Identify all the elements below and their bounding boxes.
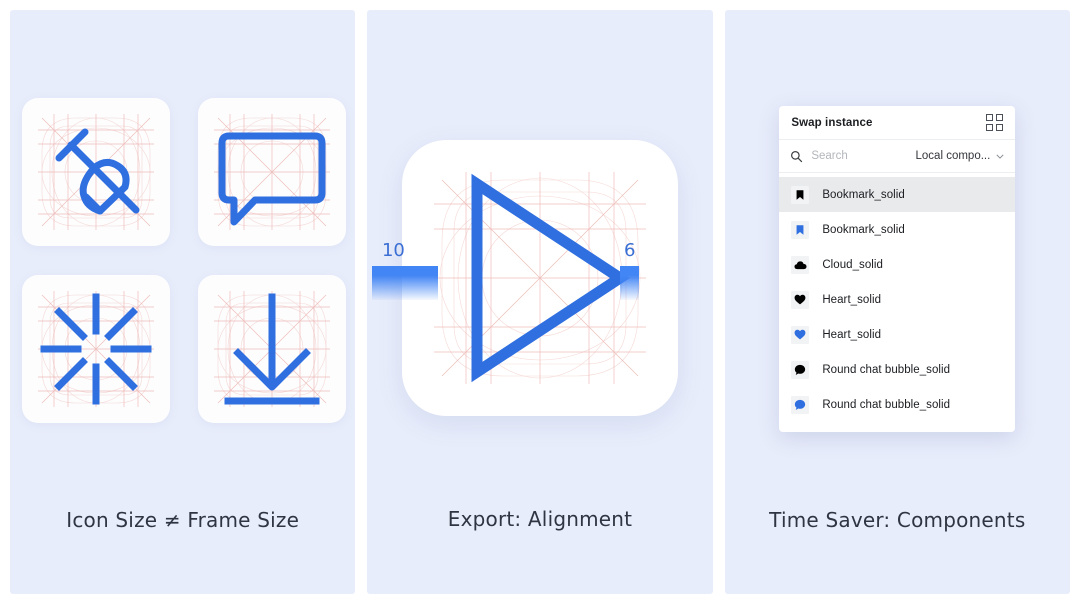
measure-bar-left bbox=[371, 266, 438, 300]
list-item[interactable]: Bookmark_solid bbox=[779, 212, 1015, 247]
list-item[interactable]: Round chat bubble_solid bbox=[779, 352, 1015, 387]
list-item-label: Round chat bubble_solid bbox=[822, 363, 951, 376]
grid-cell bbox=[986, 114, 994, 121]
list-item-label: Bookmark_solid bbox=[822, 223, 905, 236]
panel-export-alignment: 10 6 Export: Alignment bbox=[367, 10, 713, 594]
tile-pin[interactable] bbox=[22, 98, 170, 246]
bookmark-icon bbox=[791, 220, 810, 239]
round-chat-bubble-icon bbox=[791, 360, 810, 379]
list-item-label: Round chat bubble_solid bbox=[822, 398, 951, 411]
play-icon-card[interactable]: 10 6 bbox=[371, 140, 678, 416]
list-item[interactable]: Cloud_solid bbox=[779, 247, 1015, 282]
measure-label-left: 10 bbox=[381, 240, 405, 261]
tile-download[interactable] bbox=[198, 275, 346, 423]
measure-label-right: 6 bbox=[623, 240, 636, 261]
heart-icon bbox=[791, 325, 810, 344]
list-item-label: Cloud_solid bbox=[822, 258, 883, 271]
panel-3-caption: Time Saver: Components bbox=[769, 508, 1026, 532]
grid-cell bbox=[996, 124, 1004, 131]
list-item[interactable]: Bookmark_solid bbox=[779, 177, 1016, 212]
search-input[interactable]: Search bbox=[811, 150, 915, 162]
list-item-label: Heart_solid bbox=[822, 293, 882, 306]
pin-icon bbox=[38, 114, 154, 230]
swap-instance-panel: Swap instance Search Local compo... Book… bbox=[779, 106, 1016, 432]
panel-time-saver: Swap instance Search Local compo... Book… bbox=[724, 10, 1070, 594]
download-arrow-icon bbox=[214, 291, 330, 407]
swap-panel-header: Swap instance bbox=[779, 106, 1016, 140]
list-item[interactable]: Round chat bubble_solid bbox=[779, 387, 1015, 422]
screenshot-stage: Icon Size ≠ Frame Size 10 6 Export: Alig… bbox=[0, 0, 1080, 608]
swap-search-row: Search Local compo... bbox=[779, 140, 1016, 173]
heart-icon bbox=[791, 290, 810, 309]
measure-bar-right bbox=[619, 266, 639, 300]
swap-panel-title: Swap instance bbox=[791, 116, 873, 129]
grid-cell bbox=[996, 114, 1004, 121]
grid-view-icon[interactable] bbox=[986, 114, 1004, 131]
panel-2-caption: Export: Alignment bbox=[447, 507, 633, 531]
icon-tile-grid bbox=[22, 98, 349, 423]
list-item[interactable]: Heart_solid bbox=[779, 282, 1015, 317]
spinner-icon bbox=[38, 291, 154, 407]
search-icon bbox=[791, 150, 803, 162]
panel-1-caption: Icon Size ≠ Frame Size bbox=[66, 508, 300, 532]
tile-spinner[interactable] bbox=[22, 275, 170, 423]
dropdown-label: Local compo... bbox=[915, 150, 991, 162]
tile-chat-bubble[interactable] bbox=[198, 98, 346, 246]
chat-bubble-icon bbox=[214, 114, 330, 230]
component-source-dropdown[interactable]: Local compo... bbox=[916, 150, 1005, 162]
list-item[interactable]: Heart_solid bbox=[779, 317, 1015, 352]
bookmark-icon bbox=[791, 185, 810, 204]
cloud-icon bbox=[791, 255, 810, 274]
grid-cell bbox=[986, 124, 994, 131]
round-chat-bubble-icon bbox=[791, 395, 810, 414]
chevron-down-icon bbox=[996, 154, 1004, 159]
panel-icon-size: Icon Size ≠ Frame Size bbox=[10, 10, 356, 594]
list-item-label: Heart_solid bbox=[822, 328, 882, 341]
list-item-label: Bookmark_solid bbox=[822, 188, 905, 201]
component-list: Bookmark_solid Bookmark_solid Cloud_soli… bbox=[779, 173, 1016, 432]
